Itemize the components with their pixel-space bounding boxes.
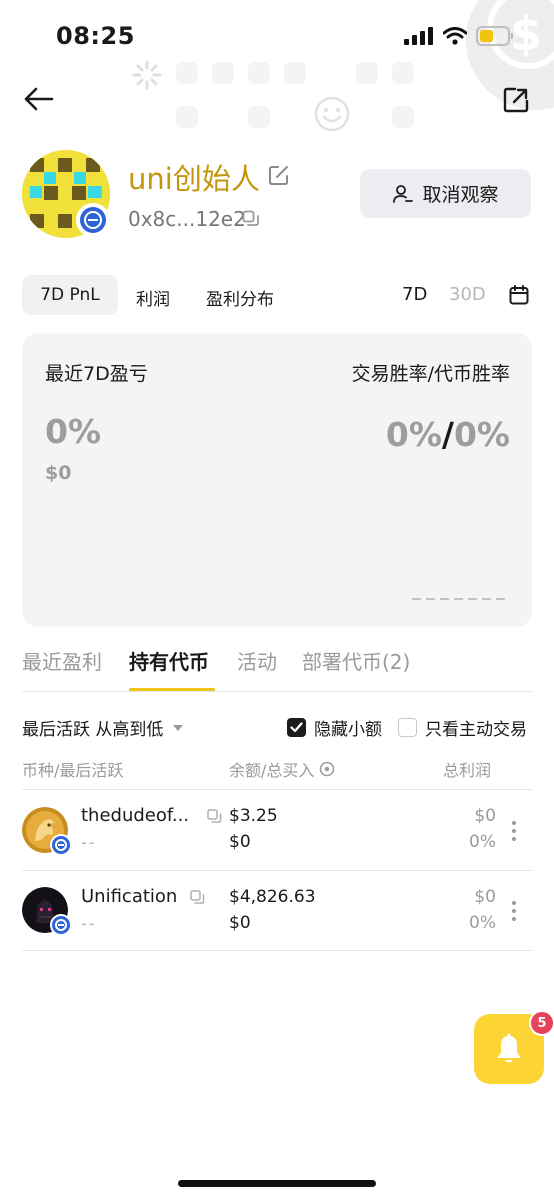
home-indicator [178,1180,376,1187]
column-token: 币种/最后活跃 [22,761,124,780]
chain-badge-icon [76,203,110,237]
token-profit-percent: 0% [469,832,496,852]
column-balance: 余额/总买入 [229,757,335,781]
notification-count-badge: 5 [529,1010,554,1036]
chevron-down-icon [173,724,184,731]
info-icon[interactable] [319,761,335,777]
unwatch-label: 取消观察 [422,184,499,206]
tab-profit[interactable]: 利润 [136,285,170,310]
bg-pattern [284,62,306,84]
user-remove-icon [393,184,414,203]
token-name: thedudeof... [81,805,190,826]
tab-activity[interactable]: 活动 [237,646,277,675]
bg-pattern [176,62,198,84]
table-row[interactable] [22,790,532,870]
recent-pnl-percent: 0% [45,412,102,451]
battery-icon [476,26,513,46]
tab-profit-distribution[interactable]: 盈利分布 [206,285,274,310]
status-time: 08:25 [56,22,135,50]
bell-icon [497,1033,521,1063]
range-7d[interactable]: 7D [402,284,427,305]
unwatch-button[interactable]: 取消观察 [360,169,531,218]
token-balance: $4,826.63 [229,887,316,907]
hide-small-label: 隐藏小额 [314,720,382,740]
wifi-icon [443,27,467,45]
bg-pattern [176,106,198,128]
copy-icon[interactable] [207,809,222,824]
range-30d[interactable]: 30D [449,284,486,305]
back-arrow-icon[interactable] [22,84,56,114]
edit-icon[interactable] [268,164,290,186]
smiley-icon [314,96,350,132]
token-last-active: -- [81,914,97,933]
bg-pattern [248,62,270,84]
token-profit-percent: 0% [469,913,496,933]
divider [22,950,532,951]
column-balance-label: 余额/总买入 [229,761,315,780]
wallet-address: 0x8c...12e2 [128,207,246,231]
recent-pnl-usd: $0 [45,462,72,484]
copy-icon[interactable] [242,210,260,228]
tab-holdings[interactable]: 持有代币 [129,646,209,675]
bg-pattern [392,106,414,128]
token-total-buy: $0 [229,832,251,852]
bg-pattern [248,106,270,128]
tab-7d-pnl[interactable]: 7D PnL [22,275,118,315]
checkbox-checked-icon [287,718,306,737]
win-rate-title: 交易胜率/代币胜率 [351,363,510,385]
bg-pattern [212,62,234,84]
column-total-profit: 总利润 [443,761,492,780]
token-win-rate: 0% [453,415,510,454]
checkbox-unchecked-icon [398,718,417,737]
divider [22,691,532,692]
status-icons [404,26,514,46]
bg-pattern [392,62,414,84]
active-only-label: 只看主动交易 [425,720,527,740]
tab-deployed-tokens[interactable]: 部署代币(2) [302,646,410,675]
bg-pattern [356,62,378,84]
svg-text:$: $ [510,7,542,61]
sort-label: 最后活跃 从高到低 [22,720,164,740]
token-name: Unification [81,886,178,907]
copy-icon[interactable] [190,890,205,905]
share-icon[interactable] [502,86,530,114]
active-only-checkbox[interactable]: 只看主动交易 [398,715,527,740]
more-options-icon[interactable] [511,901,517,921]
calendar-icon[interactable] [509,285,529,305]
trade-win-rate: 0% [385,415,442,454]
more-options-icon[interactable] [511,821,517,841]
signal-icon [404,27,433,45]
chart-placeholder-dashes [412,598,505,600]
token-profit: $0 [474,887,496,907]
token-last-active: -- [81,833,97,852]
tab-7d-pnl-label: 7D PnL [40,285,100,305]
chain-badge-icon [50,914,72,936]
win-rate-separator: / [441,415,454,454]
token-total-buy: $0 [229,913,251,933]
sort-dropdown[interactable]: 最后活跃 从高到低 [22,715,184,740]
chain-badge-icon [50,834,72,856]
profile-name: uni创始人 [128,162,260,196]
recent-pnl-title: 最近7D盈亏 [45,363,148,385]
table-row[interactable] [22,871,532,951]
hide-small-checkbox[interactable]: 隐藏小额 [287,715,382,740]
token-profit: $0 [474,806,496,826]
loading-spinner-icon [130,60,164,90]
tab-recent-profit[interactable]: 最近盈利 [22,646,102,675]
win-rate-values: 0%/0% [386,415,510,454]
token-balance: $3.25 [229,806,278,826]
